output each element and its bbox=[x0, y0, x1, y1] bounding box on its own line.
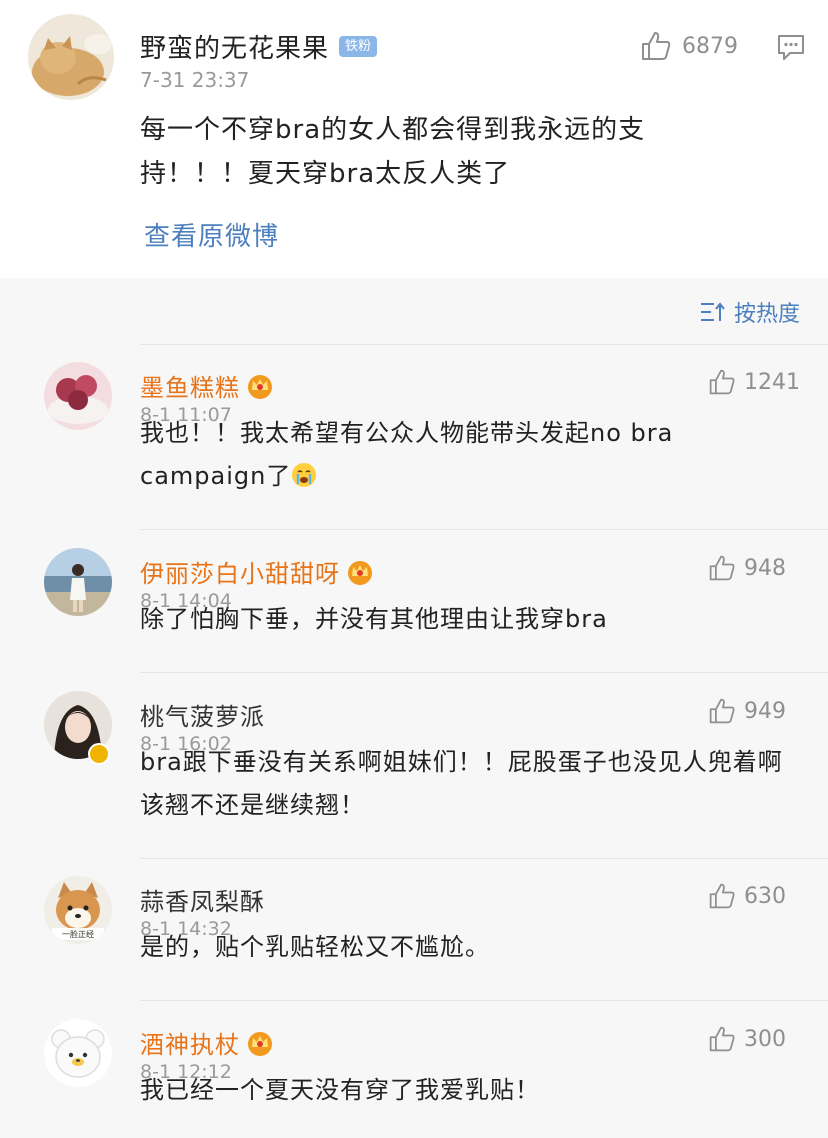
divider bbox=[140, 858, 828, 859]
comment-like-button[interactable]: 948 bbox=[708, 554, 786, 582]
post-like-button[interactable]: 6879 bbox=[640, 30, 738, 62]
divider bbox=[140, 672, 828, 673]
vip-crown-icon bbox=[248, 374, 272, 399]
post-like-count: 6879 bbox=[682, 33, 738, 59]
commenter-avatar[interactable] bbox=[44, 1019, 112, 1087]
divider bbox=[140, 1000, 828, 1001]
comment-text-content: 我也！！我太希望有公众人物能带头发起no bra campaign了 bbox=[140, 419, 674, 490]
commenter-name-row: 酒神执杖 bbox=[140, 1025, 274, 1060]
comment-like-count: 1241 bbox=[744, 369, 800, 395]
sort-button[interactable]: 按热度 bbox=[700, 296, 800, 328]
commenter-name-row: 伊丽莎白小甜甜呀 bbox=[140, 554, 374, 589]
verified-badge-icon bbox=[88, 743, 110, 765]
comment-like-count: 949 bbox=[744, 698, 786, 724]
author-avatar[interactable] bbox=[28, 14, 114, 100]
comment-like-button[interactable]: 949 bbox=[708, 697, 786, 725]
divider bbox=[140, 529, 828, 530]
fan-badge: 铁粉 bbox=[339, 36, 378, 57]
shiba-dog-avatar-image: 一脸正经 bbox=[44, 876, 112, 944]
commenter-name-row: 墨鱼糕糕 bbox=[140, 368, 274, 403]
comment-text: 我也！！我太希望有公众人物能带头发起no bra campaign了 bbox=[140, 412, 800, 498]
thumbs-up-icon bbox=[642, 32, 671, 60]
cat-avatar-image bbox=[28, 14, 114, 100]
vip-crown-icon bbox=[248, 1031, 272, 1056]
thumbs-up-icon bbox=[709, 555, 735, 581]
comments-area: 按热度 墨鱼糕糕 8-1 11:07 1241 我也！！我太希望有公众人物能带头… bbox=[0, 278, 828, 1138]
comment-like-button[interactable]: 300 bbox=[708, 1025, 786, 1053]
commenter-name[interactable]: 墨鱼糕糕 bbox=[140, 368, 240, 403]
comment-like-button[interactable]: 630 bbox=[708, 882, 786, 910]
post-time: 7-31 23:37 bbox=[140, 68, 250, 92]
comment-text: 是的，贴个乳贴轻松又不尴尬。 bbox=[140, 933, 490, 961]
comment-like-count: 300 bbox=[744, 1026, 786, 1052]
comment-like-count: 948 bbox=[744, 555, 786, 581]
comment-text: bra跟下垂没有关系啊姐妹们！！屁股蛋子也没见人兜着啊该翘不还是继续翘！ bbox=[140, 748, 783, 819]
avatar-caption: 一脸正经 bbox=[62, 929, 94, 939]
seaside-avatar-image bbox=[44, 548, 112, 616]
thumbs-up-icon bbox=[709, 1026, 735, 1052]
author-name-row: 野蛮的无花果果 铁粉 bbox=[140, 28, 378, 65]
crying-emoji-icon bbox=[292, 463, 317, 487]
commenter-name[interactable]: 伊丽莎白小甜甜呀 bbox=[140, 554, 340, 589]
commenter-name[interactable]: 桃气菠萝派 bbox=[140, 697, 265, 732]
thumbs-up-icon bbox=[709, 369, 735, 395]
comment-like-count: 630 bbox=[744, 883, 786, 909]
comment-text: 我已经一个夏天没有穿了我爱乳贴！ bbox=[140, 1076, 540, 1104]
commenter-name-row: 桃气菠萝派 bbox=[140, 697, 265, 732]
comment-like-button[interactable]: 1241 bbox=[708, 368, 800, 396]
cake-avatar-image bbox=[44, 362, 112, 430]
commenter-name-row: 蒜香凤梨酥 bbox=[140, 882, 265, 917]
sort-icon bbox=[700, 302, 725, 321]
thumbs-up-icon bbox=[709, 698, 735, 724]
vip-crown-icon bbox=[348, 560, 372, 585]
view-original-link[interactable]: 查看原微博 bbox=[144, 216, 279, 253]
sort-label: 按热度 bbox=[733, 302, 800, 327]
comment-icon[interactable] bbox=[776, 32, 806, 62]
post-text: 每一个不穿bra的女人都会得到我永远的支持！！！夏天穿bra太反人类了 bbox=[140, 115, 646, 189]
thumbs-up-icon bbox=[709, 883, 735, 909]
commenter-avatar[interactable] bbox=[44, 362, 112, 430]
main-post: 野蛮的无花果果 铁粉 7-31 23:37 6879 每一个不穿bra的女人都会… bbox=[0, 0, 828, 278]
commenter-name[interactable]: 蒜香凤梨酥 bbox=[140, 882, 265, 917]
commenter-avatar[interactable] bbox=[44, 548, 112, 616]
bear-avatar-image bbox=[44, 1019, 112, 1087]
comment-text: 除了怕胸下垂，并没有其他理由让我穿bra bbox=[140, 605, 608, 633]
divider bbox=[140, 344, 828, 345]
author-name[interactable]: 野蛮的无花果果 bbox=[140, 28, 329, 65]
commenter-name[interactable]: 酒神执杖 bbox=[140, 1025, 240, 1060]
commenter-avatar[interactable]: 一脸正经 bbox=[44, 876, 112, 944]
